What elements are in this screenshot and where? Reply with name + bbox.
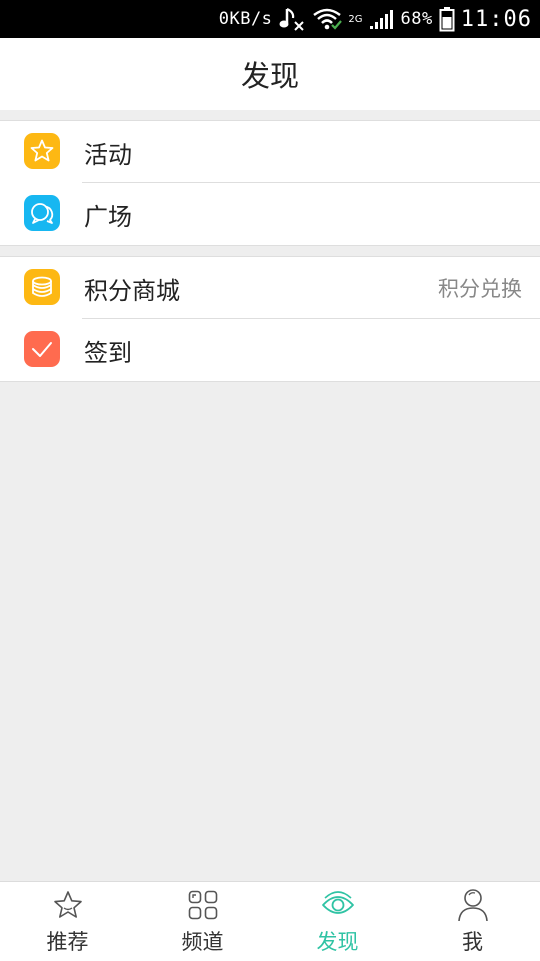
menu-item-label: 积分商城 <box>84 276 180 305</box>
person-icon <box>455 887 491 923</box>
tab-discover[interactable]: 发现 <box>270 882 405 961</box>
menu-group-2: 积分商城 积分兑换 签到 <box>0 256 540 382</box>
wifi-icon <box>312 7 343 31</box>
menu-item-activities[interactable]: 活动 <box>0 121 540 183</box>
battery-icon <box>439 6 455 32</box>
checkmark-icon <box>24 331 60 367</box>
network-speed: 0KB/s <box>218 9 273 29</box>
clock: 11:06 <box>460 6 532 32</box>
status-bar: 0KB/s 2G 68% 11:06 <box>0 0 540 38</box>
signal-icon <box>369 8 395 30</box>
menu-item-points-mall[interactable]: 积分商城 积分兑换 <box>0 257 540 319</box>
chat-bubbles-icon <box>24 195 60 231</box>
menu-item-label: 广场 <box>84 202 132 231</box>
points-exchange-link[interactable]: 积分兑换 <box>438 273 522 303</box>
tab-label: 推荐 <box>46 930 89 954</box>
eye-icon <box>320 887 356 923</box>
menu-item-label: 签到 <box>84 338 132 367</box>
battery-percent: 68% <box>400 9 433 29</box>
tab-label: 频道 <box>181 930 224 954</box>
tab-label: 发现 <box>316 930 359 954</box>
bottom-tab-bar: 推荐 频道 发现 我 <box>0 881 540 961</box>
page-title: 发现 <box>240 59 299 93</box>
coins-icon <box>24 269 60 305</box>
star-icon <box>24 133 60 169</box>
menu-item-square[interactable]: 广场 <box>0 183 540 245</box>
network-type: 2G <box>348 13 363 25</box>
music-muted-icon <box>278 6 306 32</box>
star-outline-icon <box>50 887 86 923</box>
grid-icon <box>185 887 221 923</box>
menu-item-check-in[interactable]: 签到 <box>0 319 540 381</box>
menu-group-1: 活动 广场 <box>0 120 540 246</box>
tab-label: 我 <box>462 930 483 954</box>
menu-item-label: 活动 <box>84 140 132 169</box>
tab-me[interactable]: 我 <box>405 882 540 961</box>
top-header: 发现 <box>0 38 540 110</box>
tab-recommend[interactable]: 推荐 <box>0 882 135 961</box>
tab-channels[interactable]: 频道 <box>135 882 270 961</box>
